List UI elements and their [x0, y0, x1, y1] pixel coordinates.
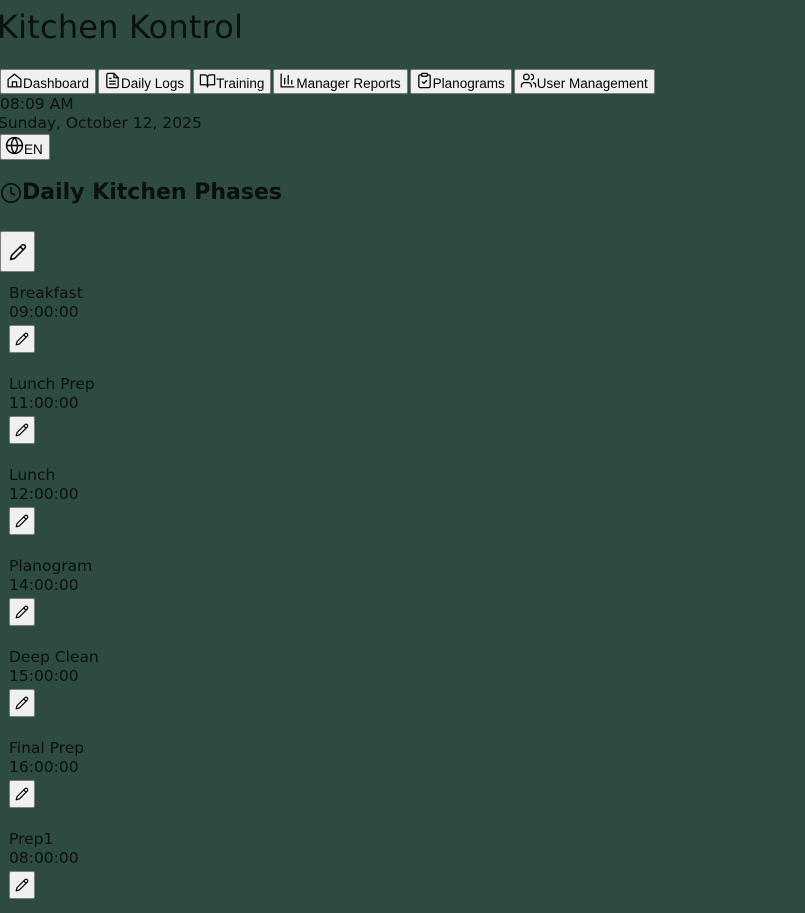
page: Kitchen Kontrol Dashboard Daily Logs Tra…	[0, 0, 805, 913]
phase-name: Deep Clean	[9, 648, 99, 666]
language-label: EN	[24, 142, 43, 157]
pencil-icon	[9, 243, 27, 261]
edit-phase-button[interactable]	[9, 325, 35, 353]
phase-item: Lunch 12:00:00	[9, 466, 79, 535]
file-text-icon	[104, 72, 121, 89]
pencil-icon	[15, 878, 29, 892]
phases-section-title: Daily Kitchen Phases	[22, 180, 282, 205]
edit-phase-button[interactable]	[9, 416, 35, 444]
nav-dashboard-button[interactable]: Dashboard	[0, 69, 97, 94]
main-nav: Dashboard Daily Logs Training Manager Re…	[0, 69, 655, 94]
phase-name: Breakfast	[9, 284, 83, 302]
phases-section-heading: Daily Kitchen Phases	[0, 180, 282, 205]
edit-phase-button[interactable]	[9, 507, 35, 535]
pencil-icon	[15, 332, 29, 346]
clipboard-check-icon	[416, 72, 433, 89]
clock-icon	[0, 182, 22, 204]
current-date: Sunday, October 12, 2025	[0, 114, 202, 132]
current-time: 08:09 AM	[0, 95, 74, 113]
language-switch-button[interactable]: EN	[0, 134, 50, 160]
edit-phase-button[interactable]	[9, 780, 35, 808]
phase-time: 11:00:00	[9, 394, 79, 412]
pencil-icon	[15, 696, 29, 710]
phase-item: Prep1 08:00:00	[9, 830, 79, 899]
nav-user-management-label: User Management	[536, 76, 648, 91]
phase-name: Lunch Prep	[9, 375, 95, 393]
pencil-icon	[15, 514, 29, 528]
phase-item: Final Prep 16:00:00	[9, 739, 84, 808]
phase-time: 15:00:00	[9, 667, 79, 685]
phase-name: Lunch	[9, 466, 56, 484]
phase-name: Prep1	[9, 830, 54, 848]
phase-item: Deep Clean 15:00:00	[9, 648, 99, 717]
nav-user-management-button[interactable]: User Management	[513, 69, 655, 94]
phase-time: 16:00:00	[9, 758, 79, 776]
nav-training-label: Training	[216, 76, 265, 91]
edit-phase-button[interactable]	[9, 871, 35, 899]
phase-item: Planogram 14:00:00	[9, 557, 92, 626]
book-open-icon	[199, 72, 216, 89]
globe-icon	[5, 136, 24, 155]
edit-phase-button[interactable]	[9, 689, 35, 717]
phase-time: 12:00:00	[9, 485, 79, 503]
bar-chart-icon	[279, 72, 296, 89]
phase-item: Breakfast 09:00:00	[9, 284, 83, 353]
nav-manager-reports-label: Manager Reports	[296, 76, 401, 91]
edit-phases-button[interactable]	[0, 231, 35, 272]
app-title: Kitchen Kontrol	[0, 8, 244, 46]
nav-planograms-button[interactable]: Planograms	[409, 69, 512, 94]
phase-time: 09:00:00	[9, 303, 79, 321]
home-icon	[6, 72, 23, 89]
nav-daily-logs-label: Daily Logs	[121, 76, 185, 91]
users-icon	[520, 72, 537, 89]
pencil-icon	[15, 605, 29, 619]
pencil-icon	[15, 423, 29, 437]
nav-planograms-label: Planograms	[432, 76, 505, 91]
nav-training-button[interactable]: Training	[193, 69, 272, 94]
nav-manager-reports-button[interactable]: Manager Reports	[273, 69, 408, 94]
edit-phase-button[interactable]	[9, 598, 35, 626]
phase-time: 08:00:00	[9, 849, 79, 867]
phase-item: Lunch Prep 11:00:00	[9, 375, 95, 444]
nav-dashboard-label: Dashboard	[23, 76, 90, 91]
phase-name: Planogram	[9, 557, 93, 575]
phase-name: Final Prep	[9, 739, 85, 757]
pencil-icon	[15, 787, 29, 801]
phase-time: 14:00:00	[9, 576, 79, 594]
nav-daily-logs-button[interactable]: Daily Logs	[98, 69, 192, 94]
